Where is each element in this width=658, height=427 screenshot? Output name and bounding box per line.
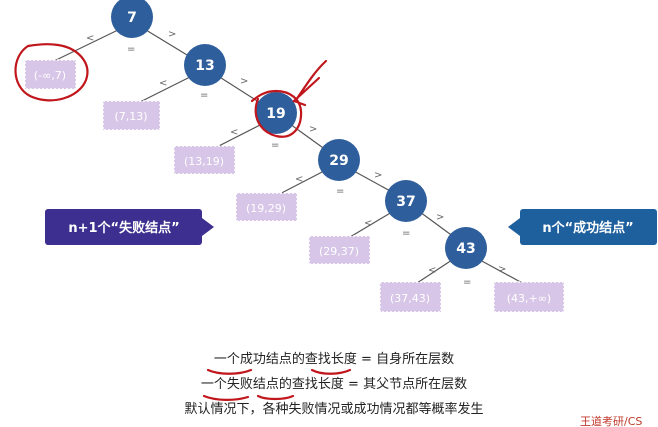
ink-underline-search (310, 368, 352, 375)
cmp-less: < (230, 127, 238, 138)
fail-label: (29,37) (319, 245, 359, 258)
node-label: 13 (195, 58, 214, 74)
tree-node-13: 13 (184, 44, 226, 86)
tree-node-7: 7 (111, 0, 153, 38)
comparison-markers: < = > < = > < = > < = > < = > < = > (86, 29, 506, 288)
fail-label: (13,19) (184, 155, 224, 168)
success-callout: n个“成功结点” (508, 209, 657, 245)
cmp-greater: > (374, 170, 382, 181)
node-label: 7 (127, 10, 137, 26)
cmp-equal: = (336, 186, 344, 197)
node-label: 29 (329, 153, 348, 169)
fail-callout-text: n+1个“失败结点” (68, 220, 179, 236)
fail-label: (37,43) (390, 292, 430, 305)
cmp-less: < (86, 33, 94, 44)
cmp-equal: = (271, 140, 279, 151)
cmp-greater: > (240, 76, 248, 87)
cmp-greater: > (309, 124, 317, 135)
ink-underline-fail (202, 394, 250, 401)
fail-label: (7,13) (114, 110, 147, 123)
fail-label: (-∞,7) (34, 69, 66, 82)
note-line-1: 一个成功结点的查找长度 = 自身所在层数 (214, 351, 454, 367)
cmp-less: < (428, 265, 436, 276)
fail-node-29-37: (29,37) (308, 235, 371, 265)
cmp-equal: = (127, 44, 135, 55)
fail-label: (19,29) (246, 202, 286, 215)
notes: 一个成功结点的查找长度 = 自身所在层数 一个失败结点的查找长度 = 其父节点所… (184, 351, 483, 417)
bst-diagram: < = > < = > < = > < = > < = > < = > 7 13… (14, 0, 657, 427)
cmp-less: < (159, 78, 167, 89)
tree-node-29: 29 (318, 139, 360, 181)
note-line-2: 一个失败结点的查找长度 = 其父节点所在层数 (201, 376, 467, 392)
cmp-greater: > (168, 29, 176, 40)
cmp-equal: = (402, 228, 410, 239)
ink-underline-node (256, 394, 295, 401)
cmp-greater: > (436, 212, 444, 223)
node-label: 37 (396, 194, 415, 210)
node-label: 43 (456, 241, 475, 257)
tree-node-43: 43 (445, 227, 487, 269)
fail-callout: n+1个“失败结点” (45, 209, 214, 245)
cmp-equal: = (200, 90, 208, 101)
cmp-less: < (295, 174, 303, 185)
ink-arrow-node-19 (291, 59, 328, 107)
fail-node-43-pos-inf: (43,+∞) (493, 281, 565, 313)
node-label: 19 (266, 106, 285, 122)
fail-node-19-29: (19,29) (235, 192, 298, 222)
cmp-less: < (364, 218, 372, 229)
fail-label: (43,+∞) (507, 292, 551, 305)
fail-node-7-13: (7,13) (102, 100, 161, 131)
tree-node-37: 37 (385, 180, 427, 222)
edge-19-29 (289, 123, 327, 151)
fail-node-13-19: (13,19) (173, 145, 236, 175)
cmp-greater: > (498, 264, 506, 275)
success-callout-text: n个“成功结点” (542, 220, 633, 236)
fail-node-37-43: (37,43) (379, 281, 442, 313)
fail-node-neg-inf-7: (-∞,7) (24, 59, 77, 90)
ink-underline-success (206, 368, 253, 375)
edge-29-37 (351, 169, 393, 193)
cmp-equal: = (463, 277, 471, 288)
corner-watermark: 王道考研/CS (580, 414, 642, 427)
note-line-3: 默认情况下，各种失败情况或成功情况都等概率发生 (184, 401, 483, 417)
